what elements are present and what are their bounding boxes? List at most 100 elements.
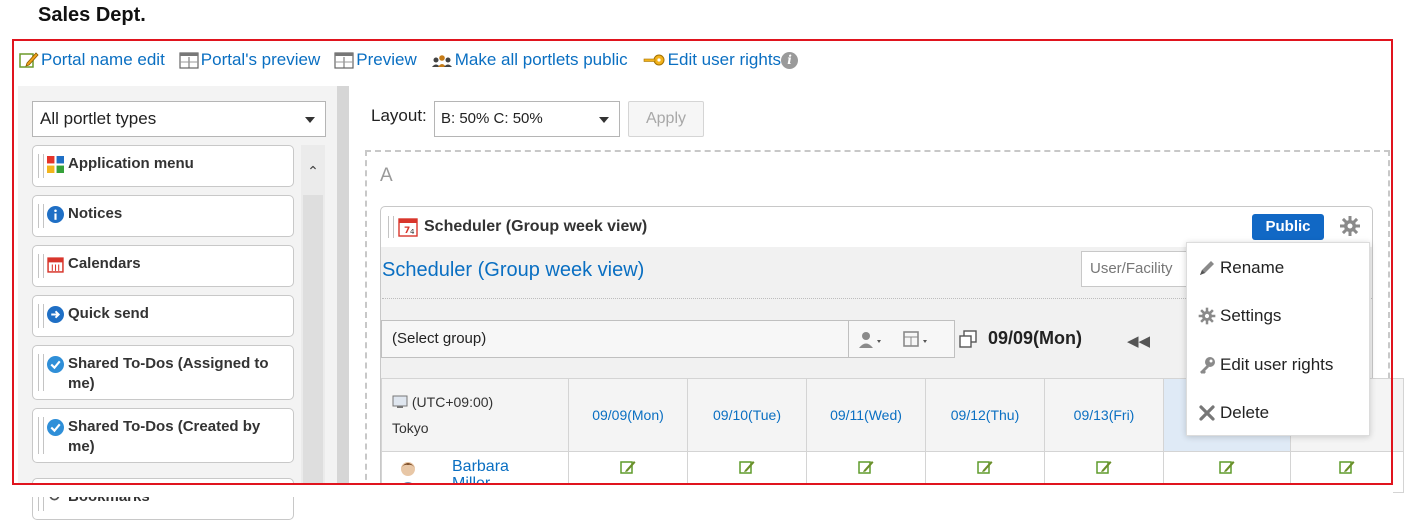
edit-user-rights-label: Edit user rights xyxy=(667,50,782,69)
portlet-item-label: Shared To-Dos (Assigned to me) xyxy=(68,355,269,392)
edit-icon xyxy=(19,52,39,68)
previous-week-icon[interactable]: ◀◀ xyxy=(1127,332,1150,350)
drag-handle[interactable] xyxy=(38,154,44,178)
panel-divider[interactable] xyxy=(337,86,349,485)
facility-dropdown-icon[interactable] xyxy=(901,330,935,350)
drag-handle[interactable] xyxy=(38,254,44,278)
scroll-up-icon[interactable]: ⌃ xyxy=(301,163,325,191)
drag-handle[interactable] xyxy=(38,354,44,391)
portlet-item-label: Quick send xyxy=(68,305,149,322)
chevron-down-icon xyxy=(305,117,315,123)
portlet-item-label: Notices xyxy=(68,205,123,222)
preview-layout-icon xyxy=(334,52,354,69)
zone-label: A xyxy=(380,165,393,186)
city-text: Tokyo xyxy=(392,420,429,436)
menu-item-delete[interactable]: Delete xyxy=(1197,403,1269,423)
portlet-item-calendars[interactable]: Calendars xyxy=(32,245,294,287)
add-event-icon[interactable] xyxy=(858,460,874,474)
calendar-icon xyxy=(47,257,64,273)
drag-handle[interactable] xyxy=(38,204,44,228)
shared-todo-icon xyxy=(47,356,64,373)
user-dropdown-icon[interactable] xyxy=(857,331,885,349)
portlet-item-application-menu[interactable]: Application menu xyxy=(32,145,294,187)
preview-label: Preview xyxy=(356,50,417,69)
popup-window-icon[interactable] xyxy=(959,330,977,348)
day-header[interactable]: 09/09(Mon) xyxy=(568,378,688,452)
portlet-settings-menu: Rename Settings Edit user rights Delete xyxy=(1186,242,1370,436)
menu-item-label: Rename xyxy=(1220,258,1285,277)
scheduler-icon: 74 xyxy=(398,218,418,237)
menu-item-settings[interactable]: Settings xyxy=(1197,306,1281,326)
users-public-icon xyxy=(431,55,452,67)
group-select[interactable]: (Select group) xyxy=(381,320,849,358)
page-title: Sales Dept. xyxy=(38,4,146,26)
info-icon[interactable]: i xyxy=(781,51,799,69)
chevron-down-icon xyxy=(599,117,609,123)
user-facility-search-input[interactable]: User/Facility xyxy=(1081,251,1191,287)
svg-text:4: 4 xyxy=(410,228,415,236)
scheduler-title-link[interactable]: Scheduler (Group week view) xyxy=(382,259,644,282)
menu-item-label: Edit user rights xyxy=(1220,355,1334,374)
drag-handle[interactable] xyxy=(388,216,394,238)
preview-link[interactable]: Preview xyxy=(334,50,417,70)
portlet-item-shared-todos-created[interactable]: Shared To-Dos (Created by me) xyxy=(32,408,294,463)
portlet-item-shared-todos-assigned[interactable]: Shared To-Dos (Assigned to me) xyxy=(32,345,294,400)
gear-icon xyxy=(1198,307,1216,325)
add-event-icon[interactable] xyxy=(977,460,993,474)
add-event-icon[interactable] xyxy=(1096,460,1112,474)
current-date: 09/09(Mon) xyxy=(988,328,1083,348)
palette-scrollbar-thumb[interactable] xyxy=(303,195,323,485)
gear-icon[interactable] xyxy=(1338,214,1362,238)
drag-handle[interactable] xyxy=(38,304,44,328)
menu-item-label: Settings xyxy=(1220,306,1282,325)
key-icon xyxy=(643,54,665,66)
portlet-header-title: Scheduler (Group week view) xyxy=(424,218,648,235)
layout-select[interactable]: B: 50% C: 50% xyxy=(434,101,620,137)
public-badge: Public xyxy=(1252,214,1324,240)
portlet-item-label: Shared To-Dos (Created by me) xyxy=(68,418,261,455)
shared-todo-icon xyxy=(47,419,64,436)
preview-layout-icon xyxy=(179,52,199,69)
add-event-icon[interactable] xyxy=(739,460,755,474)
add-event-icon[interactable] xyxy=(620,460,636,474)
drag-handle[interactable] xyxy=(38,417,44,454)
portlet-item-label: Calendars xyxy=(68,255,141,272)
timezone-icon xyxy=(392,395,408,408)
portal-toolbar: Portal name edit Portal's preview Previe… xyxy=(19,47,799,73)
apply-button[interactable]: Apply xyxy=(628,101,704,137)
layout-value: B: 50% C: 50% xyxy=(441,110,543,127)
day-header[interactable]: 09/10(Tue) xyxy=(687,378,807,452)
add-event-icon[interactable] xyxy=(1219,460,1235,474)
portlet-item-label: Application menu xyxy=(68,155,194,172)
key-icon xyxy=(1200,357,1215,374)
day-header[interactable]: 09/12(Thu) xyxy=(925,378,1045,452)
portlet-type-value: All portlet types xyxy=(40,109,157,128)
arrow-circle-icon xyxy=(47,306,64,323)
portal-name-edit-link[interactable]: Portal name edit xyxy=(19,50,165,70)
portal-preview-link[interactable]: Portal's preview xyxy=(179,50,320,70)
make-all-public-link[interactable]: Make all portlets public xyxy=(431,50,628,70)
app-grid-icon xyxy=(47,156,64,173)
timezone-text: (UTC+09:00) xyxy=(411,394,494,410)
info-circle-icon xyxy=(47,206,64,223)
bottom-edge xyxy=(18,485,1393,497)
add-event-icon[interactable] xyxy=(1339,460,1355,474)
edit-user-rights-link[interactable]: Edit user rights i xyxy=(642,50,799,70)
menu-item-label: Delete xyxy=(1220,403,1270,422)
user-first-name: Barbara xyxy=(452,458,509,475)
day-header[interactable]: 09/13(Fri) xyxy=(1044,378,1164,452)
close-icon xyxy=(1199,405,1215,421)
timezone-header: (UTC+09:00) Tokyo xyxy=(381,378,569,452)
pencil-icon xyxy=(1200,261,1214,275)
portal-name-edit-label: Portal name edit xyxy=(41,50,165,69)
menu-item-rename[interactable]: Rename xyxy=(1197,258,1284,278)
layout-label: Layout: xyxy=(371,106,427,125)
make-all-public-label: Make all portlets public xyxy=(454,50,628,69)
group-tool-buttons xyxy=(849,320,955,358)
menu-item-edit-user-rights[interactable]: Edit user rights xyxy=(1197,355,1333,375)
portlet-item-quick-send[interactable]: Quick send xyxy=(32,295,294,337)
day-header[interactable]: 09/11(Wed) xyxy=(806,378,926,452)
portlet-item-notices[interactable]: Notices xyxy=(32,195,294,237)
portal-preview-label: Portal's preview xyxy=(200,50,321,69)
portlet-type-select[interactable]: All portlet types xyxy=(32,101,326,137)
